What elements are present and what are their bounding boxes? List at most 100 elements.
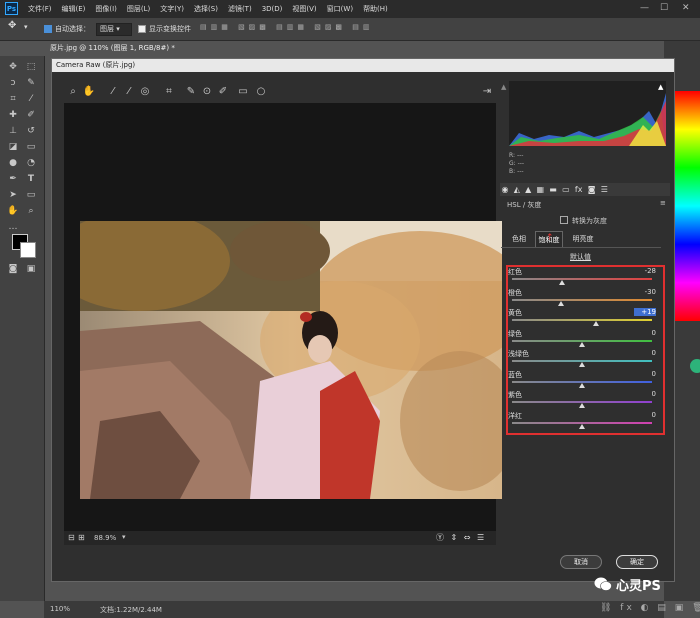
screen-mode-icon[interactable]: ▣ — [24, 262, 38, 276]
quick-select-icon[interactable]: ✎ — [24, 76, 38, 90]
slider-value[interactable]: -30 — [634, 288, 656, 296]
lasso-icon[interactable]: ↄ — [6, 76, 20, 90]
default-link[interactable]: 默认值 — [570, 252, 591, 262]
auto-select-checkbox[interactable] — [44, 25, 52, 33]
layer-action-icons[interactable]: ⛓ fx ◐ ▤ ▣ 🗑 — [600, 603, 700, 613]
marquee-icon[interactable]: ⬚ — [24, 60, 38, 74]
zoom-icon[interactable]: ⌕ — [24, 204, 38, 218]
menu-layer[interactable]: 图层(L) — [127, 4, 150, 14]
path-select-icon[interactable]: ➤ — [6, 188, 20, 202]
auto-select-dropdown[interactable]: 图层 ▾ — [96, 23, 132, 36]
target-adjust-icon[interactable]: ◎ — [138, 85, 152, 99]
effects-tab-icon[interactable]: fx — [575, 185, 583, 194]
slider-thumb[interactable] — [579, 403, 585, 408]
dodge-icon[interactable]: ◔ — [24, 156, 38, 170]
chevron-down-icon[interactable]: ▾ — [122, 533, 126, 541]
zoom-in-icon[interactable]: ⊞ — [78, 533, 85, 542]
hsl-tab-icon[interactable]: ▦ — [537, 185, 545, 194]
color-spectrum[interactable] — [672, 91, 700, 321]
menu-help[interactable]: 帮助(H) — [363, 4, 388, 14]
maximize-icon[interactable]: ☐ — [660, 3, 668, 13]
slider-value[interactable]: 0 — [634, 349, 656, 357]
hand-icon[interactable]: ✋ — [82, 85, 96, 99]
zoom-icon[interactable]: ⌕ — [66, 85, 80, 99]
menu-3d[interactable]: 3D(D) — [262, 5, 283, 13]
zoom-out-icon[interactable]: ⊟ — [68, 533, 75, 542]
background-color-swatch[interactable] — [20, 242, 36, 258]
eyedropper-icon[interactable]: ⁄ — [24, 92, 38, 106]
menu-filter[interactable]: 滤镜(T) — [228, 4, 252, 14]
graduated-filter-icon[interactable]: ▭ — [236, 85, 250, 99]
menu-image[interactable]: 图像(I) — [95, 4, 117, 14]
chevron-down-icon[interactable]: ▾ — [24, 23, 28, 31]
slider-thumb[interactable] — [579, 341, 585, 347]
white-balance-icon[interactable]: ⁄ — [106, 85, 120, 99]
eraser-icon[interactable]: ◪ — [6, 140, 20, 154]
adjustment-brush-icon[interactable]: ✐ — [216, 85, 230, 99]
subtab-luminance[interactable]: 明亮度 — [567, 231, 599, 247]
preview-mode-icons[interactable]: Ⓨ ⇕ ⇔ ☰ — [436, 532, 486, 543]
zoom-level-value[interactable]: 88.9% — [94, 534, 116, 542]
presets-tab-icon[interactable]: ☰ — [601, 185, 608, 194]
slider-value[interactable]: 0 — [634, 370, 656, 378]
slider-thumb[interactable] — [559, 280, 566, 285]
quick-mask-icon[interactable]: ◙ — [6, 262, 20, 276]
align-icons[interactable]: ▤▥▦ ▧▨▩ ▤▥▦ ▧▨▩ ▤▥ — [200, 23, 374, 31]
spot-removal-icon[interactable]: ✎ — [184, 85, 198, 99]
subtab-hue[interactable]: 色相 — [507, 231, 531, 247]
convert-grayscale-checkbox[interactable] — [560, 216, 568, 224]
type-icon[interactable]: T — [24, 172, 38, 186]
slider-thumb[interactable] — [579, 382, 585, 388]
slider-track[interactable] — [512, 278, 652, 280]
blur-icon[interactable]: ● — [6, 156, 20, 170]
detail-tab-icon[interactable]: ▲ — [525, 185, 531, 194]
move-tool-icon[interactable]: ✥ — [8, 20, 16, 31]
pen-icon[interactable]: ✒ — [6, 172, 20, 186]
slider-track[interactable] — [512, 298, 652, 301]
cancel-button[interactable]: 取消 — [560, 555, 602, 569]
more-tools-icon[interactable]: … — [6, 220, 20, 234]
crop-icon[interactable]: ⌗ — [162, 85, 176, 99]
color-sampler-icon[interactable]: ⁄ — [122, 85, 136, 99]
gradient-icon[interactable]: ▭ — [24, 140, 38, 154]
menu-view[interactable]: 视图(V) — [292, 4, 316, 14]
panel-menu-icon[interactable]: ≡ — [660, 199, 666, 207]
tone-curve-tab-icon[interactable]: ◭ — [514, 185, 520, 194]
slider-value[interactable]: +19 — [634, 308, 656, 316]
menu-type[interactable]: 文字(Y) — [160, 4, 184, 14]
stamp-icon[interactable]: ⊥ — [6, 124, 20, 138]
menu-select[interactable]: 选择(S) — [194, 4, 218, 14]
radial-filter-icon[interactable]: ○ — [254, 85, 268, 99]
highlight-clip-icon[interactable]: ▲ — [658, 83, 663, 91]
rectangle-icon[interactable]: ▭ — [24, 188, 38, 202]
slider-track[interactable] — [512, 319, 652, 321]
red-eye-icon[interactable]: ⊙ — [200, 85, 214, 99]
slider-value[interactable]: 0 — [634, 390, 656, 398]
close-icon[interactable]: ✕ — [682, 3, 690, 13]
add-button-icon[interactable] — [690, 359, 700, 373]
slider-value[interactable]: 0 — [634, 411, 656, 419]
minimize-icon[interactable]: — — [640, 3, 649, 13]
open-preferences-icon[interactable]: ⇥ — [480, 85, 494, 99]
slider-thumb[interactable] — [558, 300, 564, 306]
brush-icon[interactable]: ✐ — [24, 108, 38, 122]
history-brush-icon[interactable]: ↺ — [24, 124, 38, 138]
slider-thumb[interactable] — [593, 321, 599, 326]
slider-value[interactable]: 0 — [634, 329, 656, 337]
crop-icon[interactable]: ⌗ — [6, 92, 20, 106]
ok-button[interactable]: 确定 — [616, 555, 658, 569]
lens-tab-icon[interactable]: ▭ — [562, 185, 570, 194]
move-icon[interactable]: ✥ — [6, 60, 20, 74]
slider-thumb[interactable] — [579, 362, 585, 367]
slider-thumb[interactable] — [579, 423, 585, 429]
camera-calibration-tab-icon[interactable]: ◙ — [588, 185, 596, 194]
shadow-clip-icon[interactable]: ▲ — [501, 83, 506, 91]
menu-edit[interactable]: 编辑(E) — [62, 4, 86, 14]
basic-tab-icon[interactable]: ◉ — [502, 185, 509, 194]
hand-icon[interactable]: ✋ — [6, 204, 20, 218]
split-toning-tab-icon[interactable]: ▬ — [549, 185, 557, 194]
menu-window[interactable]: 窗口(W) — [327, 4, 353, 14]
show-transform-checkbox[interactable] — [138, 25, 146, 33]
menu-file[interactable]: 文件(F) — [28, 4, 52, 14]
slider-value[interactable]: -28 — [634, 267, 656, 275]
